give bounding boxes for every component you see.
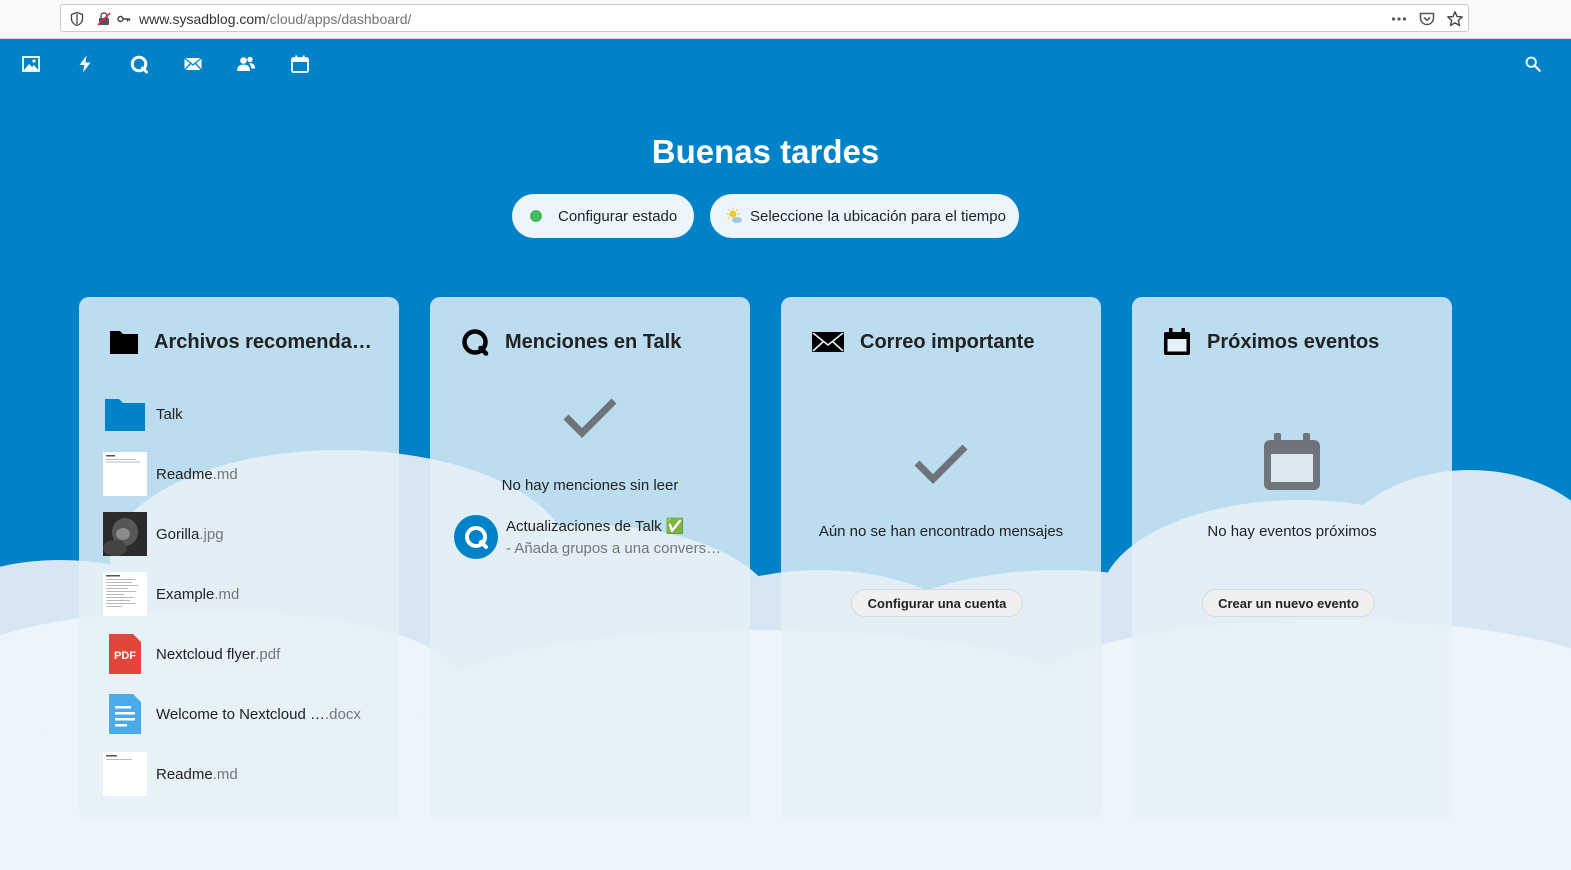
shield-icon[interactable] <box>69 11 85 27</box>
activity-icon[interactable] <box>75 54 95 74</box>
mention-item[interactable]: Actualizaciones de Talk ✅ - Añada grupos… <box>454 515 734 563</box>
file-name: Welcome to Nextcloud … <box>156 705 325 723</box>
folder-thumb-icon <box>103 392 147 436</box>
checkmark-icon <box>914 444 968 484</box>
panel-title: Próximos eventos <box>1207 330 1380 353</box>
talk-mentions-panel: Menciones en Talk No hay menciones sin l… <box>430 297 750 820</box>
file-item-example[interactable]: Example .md <box>103 572 383 616</box>
empty-message: No hay eventos próximos <box>1207 523 1377 540</box>
file-ext: .md <box>214 585 240 603</box>
panel-title: Archivos recomenda… <box>154 330 372 353</box>
file-ext: .md <box>212 765 238 783</box>
file-item-talk[interactable]: Talk <box>103 392 383 436</box>
file-item-nextcloud-flyer[interactable]: PDF Nextcloud flyer .pdf <box>103 632 383 676</box>
important-mail-panel: Correo importante Aún no se han encontra… <box>781 297 1101 820</box>
key-icon[interactable] <box>116 11 132 27</box>
photos-icon[interactable] <box>21 54 41 74</box>
panel-header: Correo importante <box>811 327 1034 357</box>
file-name: Readme <box>156 765 213 783</box>
mention-title: Actualizaciones de Talk ✅ <box>506 518 685 535</box>
file-item-gorilla[interactable]: Gorilla .jpg <box>103 512 383 556</box>
file-ext: .docx <box>324 705 361 723</box>
panel-title: Menciones en Talk <box>505 330 682 353</box>
pdf-badge-text: PDF <box>114 650 136 662</box>
file-item-readme[interactable]: Readme .md <box>103 452 383 496</box>
set-status-label: Configurar estado <box>558 207 678 225</box>
search-icon[interactable] <box>1524 55 1542 73</box>
url-path: /cloud/apps/dashboard/ <box>265 11 412 27</box>
upcoming-events-panel: Próximos eventos No hay eventos próximos… <box>1132 297 1452 820</box>
bookmark-star-icon[interactable] <box>1446 10 1464 28</box>
url-text[interactable]: www.sysadblog.com/cloud/apps/dashboard/ <box>139 11 411 27</box>
document-preview-thumb <box>103 572 147 616</box>
insecure-lock-icon[interactable] <box>96 11 112 27</box>
file-ext: .pdf <box>255 645 281 663</box>
file-name: Readme <box>156 465 213 483</box>
talk-icon <box>462 329 489 356</box>
status-dot <box>530 210 542 222</box>
document-preview-thumb <box>103 752 147 796</box>
set-status-button[interactable]: Configurar estado <box>512 194 694 238</box>
recommended-files-panel: Archivos recomenda… Talk Readme .md Goril… <box>79 297 399 820</box>
docx-icon <box>103 692 147 736</box>
panel-header: Archivos recomenda… <box>109 327 372 357</box>
talk-avatar-icon <box>454 515 498 559</box>
weather-location-button[interactable]: Seleccione la ubicación para el tiempo <box>710 194 1019 238</box>
pocket-icon[interactable] <box>1418 10 1436 28</box>
app-header <box>0 39 1571 89</box>
panel-title: Correo importante <box>860 330 1035 353</box>
calendar-empty-icon <box>1264 433 1320 490</box>
file-name: Example <box>156 585 215 603</box>
empty-message: Aún no se han encontrado mensajes <box>818 523 1064 540</box>
contacts-icon[interactable] <box>236 54 256 74</box>
mail-icon <box>812 332 844 352</box>
url-host: www.sysadblog.com <box>139 11 266 27</box>
file-name: Gorilla <box>156 525 200 543</box>
pdf-icon: PDF <box>103 632 147 676</box>
configure-account-button[interactable]: Configurar una cuenta <box>851 589 1023 617</box>
file-item-readme-2[interactable]: Readme .md <box>103 752 383 796</box>
file-ext: .md <box>212 465 238 483</box>
weather-location-label: Seleccione la ubicación para el tiempo <box>750 207 1006 225</box>
file-item-welcome-docx[interactable]: Welcome to Nextcloud … .docx <box>103 692 383 736</box>
mention-subtitle: - Añada grupos a una convers… <box>506 540 722 557</box>
browser-toolbar: www.sysadblog.com/cloud/apps/dashboard/ <box>0 0 1571 39</box>
greeting: Buenas tardes <box>651 133 880 170</box>
file-name: Talk <box>156 405 183 423</box>
empty-message: No hay menciones sin leer <box>501 477 679 494</box>
more-actions-icon[interactable] <box>1390 10 1408 28</box>
panel-header: Menciones en Talk <box>460 327 681 357</box>
file-name: Nextcloud flyer <box>156 645 256 663</box>
calendar-icon[interactable] <box>290 54 310 74</box>
checkmark-icon <box>563 398 617 438</box>
file-ext: .jpg <box>199 525 224 543</box>
url-bar[interactable]: www.sysadblog.com/cloud/apps/dashboard/ <box>60 4 1469 32</box>
panel-header: Próximos eventos <box>1162 327 1379 357</box>
create-event-button[interactable]: Crear un nuevo evento <box>1202 589 1375 617</box>
folder-icon <box>110 331 138 354</box>
image-thumb <box>103 512 147 556</box>
talk-icon[interactable] <box>129 54 149 74</box>
mail-icon[interactable] <box>183 54 203 74</box>
calendar-icon <box>1164 328 1190 355</box>
weather-icon <box>726 207 742 223</box>
document-preview-thumb <box>103 452 147 496</box>
